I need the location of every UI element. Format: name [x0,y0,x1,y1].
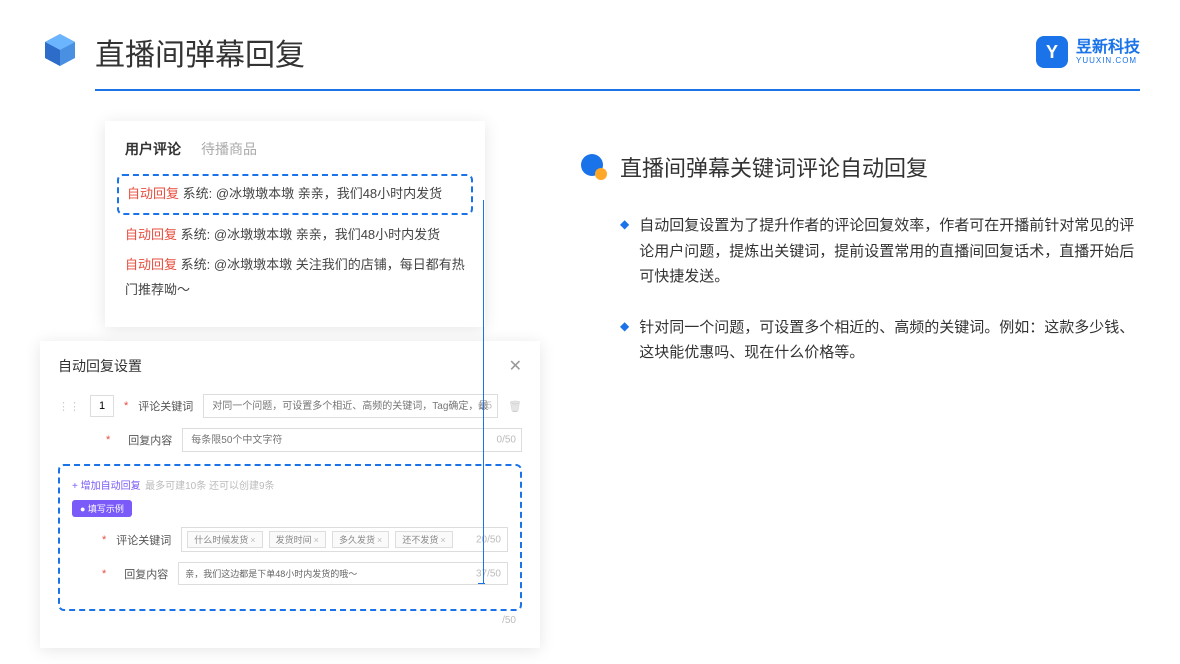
section-title: 直播间弹幕关键词评论自动回复 [620,151,928,183]
example-reply-text: 亲，我们这边都是下单48小时内发货的哦～ [185,569,357,579]
required-icon: * [102,568,106,580]
screenshot-panel: 用户评论 待播商品 自动回复 系统: @冰墩墩本墩 亲亲，我们48小时内发货 自… [40,121,540,391]
keyword-label: 评论关键词 [116,532,171,548]
auto-reply-badge: 自动回复 [125,227,177,242]
logo-en: YUUXIN.COM [1076,56,1140,65]
system-label: 系统: [181,227,211,242]
close-icon[interactable]: ✕ [509,356,522,376]
connector-line [478,583,485,584]
char-counter: 0/50 [497,435,516,446]
tabs: 用户评论 待播商品 [125,139,465,159]
order-input[interactable] [90,395,114,417]
required-icon: * [102,534,106,546]
keyword-label: 评论关键词 [138,398,193,414]
diamond-icon: ◆ [620,217,629,290]
char-counter: 37/50 [476,568,501,579]
reply-label: 回复内容 [120,432,172,448]
comment-row: 自动回复 系统: @冰墩墩本墩 关注我们的店铺，每日都有热门推荐呦～ [125,253,465,302]
example-badge: ● 填写示例 [72,500,132,517]
comment-row: 自动回复 系统: @冰墩墩本墩 亲亲，我们48小时内发货 [125,223,465,248]
required-icon: * [124,400,128,412]
auto-reply-badge: 自动回复 [125,257,177,272]
keyword-tag[interactable]: 还不发货× [395,531,452,548]
brand-logo: Y 昱新科技 YUUXIN.COM [1036,36,1140,68]
system-label: 系统: [183,186,213,201]
bullet-text: 针对同一个问题，可设置多个相近的、高频的关键词。例如：这款多少钱、这块能优惠吗、… [639,315,1140,366]
keyword-input[interactable] [203,394,498,418]
bullet-item: ◆ 针对同一个问题，可设置多个相近的、高频的关键词。例如：这款多少钱、这块能优惠… [580,315,1140,366]
chat-bubble-icon [580,153,608,181]
logo-cn: 昱新科技 [1076,40,1140,56]
delete-icon[interactable]: 🗑 [508,400,522,413]
char-counter: 0/5 [478,401,492,412]
page-header: 直播间弹幕回复 Y 昱新科技 YUUXIN.COM [0,0,1180,89]
required-icon: * [106,434,110,446]
description-panel: 直播间弹幕关键词评论自动回复 ◆ 自动回复设置为了提升作者的评论回复效率，作者可… [580,121,1140,391]
char-counter: /50 [58,611,522,630]
reply-input[interactable] [182,428,522,452]
cube-icon [40,32,80,72]
settings-modal: 自动回复设置 ✕ ⋮⋮ * 评论关键词 0/5 🗑 * 回复内容 0/50 [40,341,540,648]
tab-pending-goods[interactable]: 待播商品 [201,139,257,159]
limit-hint: 最多可建10条 还可以创建9条 [145,481,274,492]
diamond-icon: ◆ [620,319,629,366]
comment-text: @冰墩墩本墩 亲亲，我们48小时内发货 [214,227,440,242]
drag-icon[interactable]: ⋮⋮ [58,400,80,413]
header-left: 直播间弹幕回复 [40,30,305,74]
reply-label: 回复内容 [116,566,168,582]
highlighted-comment: 自动回复 系统: @冰墩墩本墩 亲亲，我们48小时内发货 [117,174,473,215]
logo-icon: Y [1036,36,1068,68]
keyword-tag[interactable]: 多久发货× [332,531,389,548]
example-box: + 增加自动回复 最多可建10条 还可以创建9条 ● 填写示例 * 评论关键词 … [58,464,522,611]
comments-card: 用户评论 待播商品 自动回复 系统: @冰墩墩本墩 亲亲，我们48小时内发货 自… [105,121,485,327]
bullet-item: ◆ 自动回复设置为了提升作者的评论回复效率，作者可在开播前针对常见的评论用户问题… [580,213,1140,290]
system-label: 系统: [181,257,211,272]
comment-text: @冰墩墩本墩 亲亲，我们48小时内发货 [216,186,442,201]
modal-title: 自动回复设置 [58,356,142,376]
tab-user-comments[interactable]: 用户评论 [125,139,181,159]
add-auto-reply-link[interactable]: + 增加自动回复 [72,481,141,492]
connector-line [483,200,484,583]
keyword-tag[interactable]: 什么时候发货× [187,531,262,548]
page-title: 直播间弹幕回复 [95,30,305,74]
char-counter: 20/50 [476,534,501,545]
keyword-tag[interactable]: 发货时间× [269,531,326,548]
bullet-text: 自动回复设置为了提升作者的评论回复效率，作者可在开播前针对常见的评论用户问题，提… [639,213,1140,290]
auto-reply-badge: 自动回复 [127,186,179,201]
